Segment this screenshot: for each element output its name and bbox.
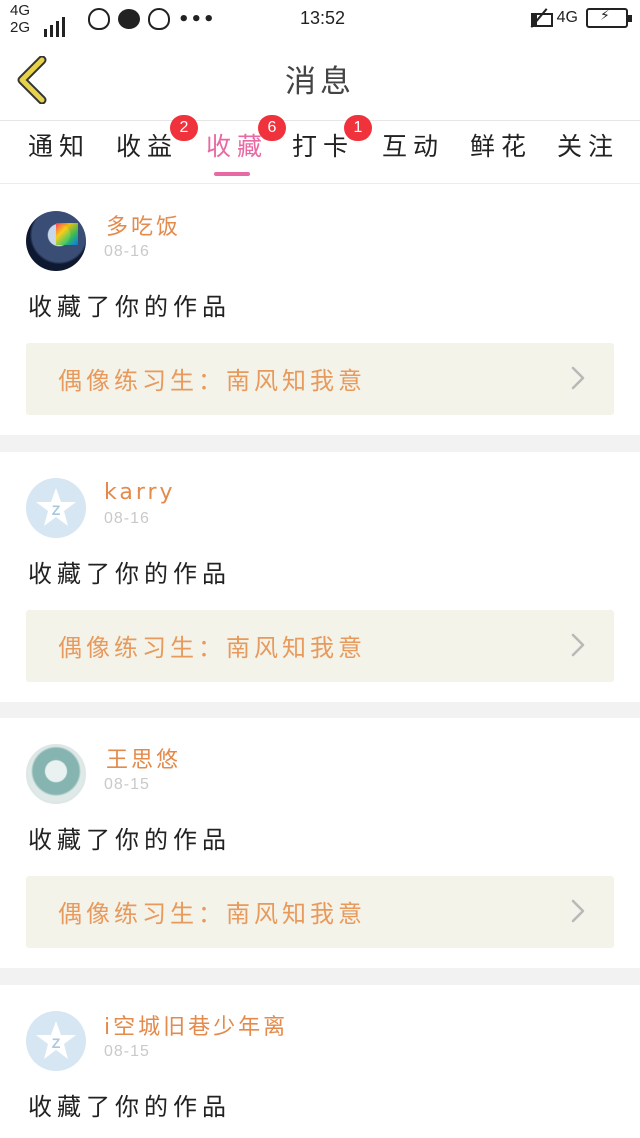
list-item: Z karry 08-16 收藏了你的作品 偶像练习生：南风知我意	[0, 452, 640, 702]
status-bar: 4G 2G ••• 13:52 4G ⚡	[0, 0, 640, 40]
count-badge: 2	[170, 115, 198, 141]
chevron-right-icon	[571, 366, 585, 390]
status-right: 4G ⚡	[529, 8, 632, 28]
timestamp: 08-16	[104, 510, 150, 527]
more-dots-icon: •••	[178, 8, 216, 30]
svg-text:Z: Z	[52, 1035, 61, 1051]
tab-notice[interactable]: 通知	[28, 127, 90, 163]
username[interactable]: i空城旧巷少年离	[104, 1009, 288, 1041]
tab-interaction[interactable]: 互动	[382, 127, 444, 163]
username[interactable]: 多吃饭	[106, 209, 181, 241]
count-badge: 6	[258, 115, 286, 141]
battery-icon: ⚡	[586, 8, 632, 28]
svg-text:Z: Z	[52, 502, 61, 518]
work-title: 偶像练习生：南风知我意	[58, 900, 366, 928]
list-item: 王思悠 08-15 收藏了你的作品 偶像练习生：南风知我意	[0, 718, 640, 968]
work-title: 偶像练习生：南风知我意	[58, 634, 366, 662]
tab-label: 打卡	[292, 132, 355, 161]
tab-label: 收益	[116, 132, 179, 161]
work-link[interactable]: 偶像练习生：南风知我意	[26, 343, 614, 415]
chat-icon	[118, 9, 140, 29]
qq-icon	[148, 8, 170, 30]
network-top-label: 4G	[10, 2, 31, 19]
app-header: 消息	[0, 40, 640, 120]
tab-label: 互动	[382, 132, 445, 161]
count-badge: 1	[344, 115, 372, 141]
username[interactable]: 王思悠	[106, 742, 181, 774]
tab-label: 关注	[557, 132, 620, 161]
timestamp: 08-16	[104, 243, 150, 260]
avatar[interactable]: Z	[26, 1011, 86, 1071]
default-qz-icon: Z	[36, 488, 76, 526]
tab-favorites[interactable]: 收藏 6	[206, 115, 286, 163]
page-title: 消息	[285, 64, 355, 100]
work-link[interactable]: 偶像练习生：南风知我意	[26, 876, 614, 948]
tab-label: 通知	[28, 132, 91, 161]
notification-icons: •••	[88, 8, 216, 30]
action-text: 收藏了你的作品	[28, 560, 231, 588]
avatar[interactable]: Z	[26, 478, 86, 538]
work-title: 偶像练习生：南风知我意	[58, 367, 366, 395]
tab-income[interactable]: 收益 2	[116, 115, 198, 163]
tab-bar: 通知 收益 2 收藏 6 打卡 1 互动 鲜花 关注	[0, 115, 640, 184]
divider	[0, 702, 640, 719]
divider	[0, 968, 640, 985]
default-qz-icon: Z	[36, 1021, 76, 1059]
clock: 13:52	[300, 8, 346, 28]
divider	[0, 435, 640, 452]
action-text: 收藏了你的作品	[28, 293, 231, 321]
tab-label: 收藏	[206, 132, 269, 161]
qq-icon	[88, 8, 110, 30]
tab-follow[interactable]: 关注	[557, 127, 619, 163]
list-item: 多吃饭 08-16 收藏了你的作品 偶像练习生：南风知我意	[0, 185, 640, 435]
signal-icon	[44, 5, 70, 37]
mute-icon	[529, 8, 553, 28]
tab-flowers[interactable]: 鲜花	[470, 127, 532, 163]
action-text: 收藏了你的作品	[28, 1093, 231, 1121]
list-item: Z i空城旧巷少年离 08-15 收藏了你的作品	[0, 985, 640, 1138]
tab-label: 鲜花	[470, 132, 533, 161]
username[interactable]: karry	[104, 480, 176, 505]
network-right-label: 4G	[556, 9, 578, 26]
chevron-right-icon	[571, 899, 585, 923]
avatar[interactable]	[26, 211, 86, 271]
chevron-right-icon	[571, 633, 585, 657]
timestamp: 08-15	[104, 776, 150, 793]
timestamp: 08-15	[104, 1043, 150, 1060]
active-tab-indicator	[214, 172, 250, 176]
tab-checkin[interactable]: 打卡 1	[292, 115, 372, 163]
work-link[interactable]: 偶像练习生：南风知我意	[26, 610, 614, 682]
avatar[interactable]	[26, 744, 86, 804]
network-indicator: 4G 2G	[10, 2, 30, 36]
network-bottom-label: 2G	[10, 19, 31, 36]
action-text: 收藏了你的作品	[28, 826, 231, 854]
